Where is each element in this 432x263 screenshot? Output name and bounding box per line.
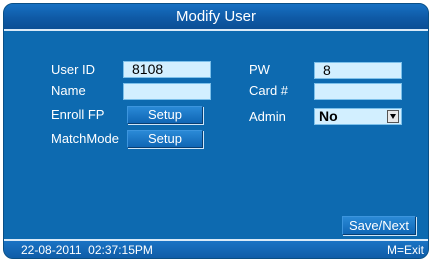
chevron-down-icon[interactable] <box>387 110 399 123</box>
screen-title: Modify User <box>175 8 257 25</box>
matchmode-label: MatchMode <box>51 131 119 146</box>
user-id-label: User ID <box>51 62 96 77</box>
pw-label: PW <box>249 62 270 77</box>
save-next-button[interactable]: Save/Next <box>342 216 416 235</box>
enroll-fp-label: Enroll FP <box>51 107 105 122</box>
device-screen: Modify User User ID 8108 Name Enroll FP … <box>3 3 429 259</box>
name-field[interactable] <box>123 83 211 100</box>
user-id-field[interactable]: 8108 <box>123 61 211 78</box>
admin-label: Admin <box>249 109 286 124</box>
status-bar: 22-08-2011 02:37:15PM M=Exit <box>4 239 428 258</box>
title-bar: Modify User <box>4 4 428 31</box>
datetime-display: 22-08-2011 02:37:15PM <box>21 243 153 257</box>
admin-value: No <box>319 108 338 124</box>
exit-hint: M=Exit <box>386 243 424 257</box>
matchmode-setup-button[interactable]: Setup <box>127 130 203 148</box>
enroll-fp-setup-button[interactable]: Setup <box>127 106 203 124</box>
admin-dropdown[interactable]: No <box>314 108 402 125</box>
card-label: Card # <box>249 83 289 98</box>
card-field[interactable] <box>314 83 402 100</box>
name-label: Name <box>51 83 86 98</box>
pw-field[interactable]: 8 <box>314 62 402 79</box>
